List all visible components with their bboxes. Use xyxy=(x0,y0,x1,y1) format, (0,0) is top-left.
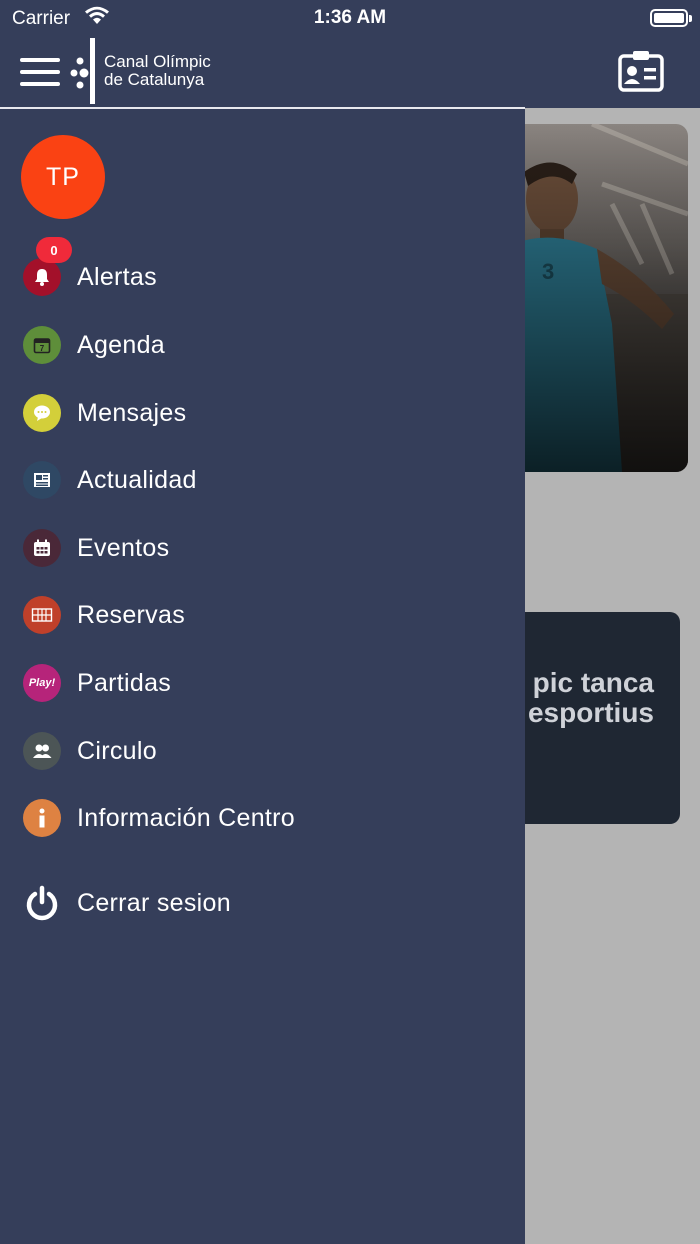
drawer-item-label: Actualidad xyxy=(77,465,197,494)
status-time: 1:36 AM xyxy=(313,7,387,28)
drawer-item-label: Mensajes xyxy=(77,398,187,427)
logo-mark-icon xyxy=(70,38,95,104)
svg-text:7: 7 xyxy=(40,344,45,353)
drawer-item-informacion-centro[interactable]: Información Centro xyxy=(0,790,525,846)
status-bar: Carrier 1:36 AM xyxy=(0,0,700,36)
calendar-icon: 7 xyxy=(23,326,61,364)
hamburger-menu-button[interactable] xyxy=(20,58,60,90)
chat-bubble-icon xyxy=(23,394,61,432)
logo-line-2: de Catalunya xyxy=(104,70,205,89)
info-icon xyxy=(23,799,61,837)
hamburger-icon xyxy=(20,58,60,62)
app-logo: Canal Olímpic de Catalunya xyxy=(68,38,211,104)
logo-line-1: Canal Olímpic xyxy=(104,52,211,71)
calendar-grid-icon xyxy=(23,529,61,567)
play-icon: Play! xyxy=(23,664,61,702)
drawer-item-label: Partidas xyxy=(77,668,172,697)
drawer-item-label: Eventos xyxy=(77,533,170,562)
logout-label: Cerrar sesion xyxy=(77,888,231,917)
avatar-initials: TP xyxy=(46,162,80,191)
bell-icon xyxy=(23,258,61,296)
id-card-icon[interactable] xyxy=(618,50,664,92)
app-header: Carrier 1:36 AM Canal Olímpic de Catalun… xyxy=(0,0,700,108)
alerts-count-badge: 0 xyxy=(36,237,72,263)
play-icon-text: Play! xyxy=(28,677,56,689)
drawer-item-label: Circulo xyxy=(77,736,157,765)
avatar[interactable]: TP xyxy=(21,135,105,219)
battery-icon xyxy=(650,9,692,27)
drawer-item-reservas[interactable]: Reservas xyxy=(0,587,525,643)
drawer-item-actualidad[interactable]: Actualidad xyxy=(0,452,525,508)
drawer-item-label: Alertas xyxy=(77,262,157,291)
drawer-item-mensajes[interactable]: Mensajes xyxy=(0,385,525,441)
drawer-item-agenda[interactable]: 7 Agenda xyxy=(0,317,525,373)
power-icon xyxy=(23,884,61,922)
drawer-item-partidas[interactable]: Play! Partidas xyxy=(0,655,525,711)
drawer-item-label: Agenda xyxy=(77,330,165,359)
people-icon xyxy=(23,732,61,770)
drawer-item-label: Reservas xyxy=(77,600,185,629)
logout-button[interactable]: Cerrar sesion xyxy=(0,875,525,931)
drawer-item-alertas[interactable]: 0 Alertas xyxy=(0,237,525,305)
drawer-item-circulo[interactable]: Circulo xyxy=(0,723,525,779)
newspaper-icon xyxy=(23,461,61,499)
drawer-item-eventos[interactable]: Eventos xyxy=(0,520,525,576)
court-grid-icon xyxy=(23,596,61,634)
side-drawer: TP 0 Alertas 7 Agenda Mensajes Actualida… xyxy=(0,109,525,1244)
drawer-item-label: Información Centro xyxy=(77,803,295,832)
